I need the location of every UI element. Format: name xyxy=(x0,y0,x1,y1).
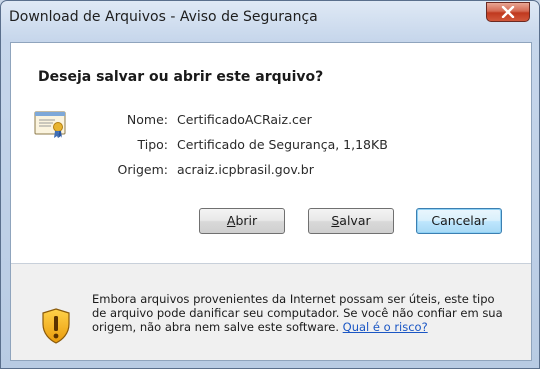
file-type-value: Certificado de Segurança, 1,18KB xyxy=(177,137,388,152)
warning-text: Embora arquivos provenientes da Internet… xyxy=(92,292,503,334)
security-warning-dialog: Download de Arquivos - Aviso de Seguranç… xyxy=(0,0,540,369)
dialog-body: Deseja salvar ou abrir este arquivo? Nom… xyxy=(10,42,532,361)
save-button[interactable]: Salvar xyxy=(308,208,394,234)
close-button[interactable] xyxy=(486,2,530,22)
file-origin-value: acraiz.icpbrasil.gov.br xyxy=(177,162,314,177)
warning-footer: Embora arquivos provenientes da Internet… xyxy=(11,264,531,360)
file-name-label: Nome: xyxy=(126,112,168,127)
dialog-heading: Deseja salvar ou abrir este arquivo? xyxy=(38,69,324,85)
file-type-label: Tipo: xyxy=(137,137,168,152)
cancel-button[interactable]: Cancelar xyxy=(416,208,502,234)
warning-message: Embora arquivos provenientes da Internet… xyxy=(92,292,512,334)
close-icon xyxy=(501,6,515,18)
open-button[interactable]: Abrir xyxy=(199,208,285,234)
cancel-button-label: Cancelar xyxy=(431,213,487,228)
file-name-value: CertificadoACRaiz.cer xyxy=(177,112,312,127)
open-button-label: brir xyxy=(235,213,258,228)
title-bar[interactable]: Download de Arquivos - Aviso de Seguranç… xyxy=(1,1,539,37)
file-origin-label: Origem: xyxy=(117,162,168,177)
risk-info-link[interactable]: Qual é o risco? xyxy=(343,320,428,334)
window-title: Download de Arquivos - Aviso de Seguranç… xyxy=(9,9,318,25)
certificate-icon xyxy=(33,106,67,144)
shield-warning-icon xyxy=(41,308,71,348)
save-button-label: alvar xyxy=(339,213,371,228)
